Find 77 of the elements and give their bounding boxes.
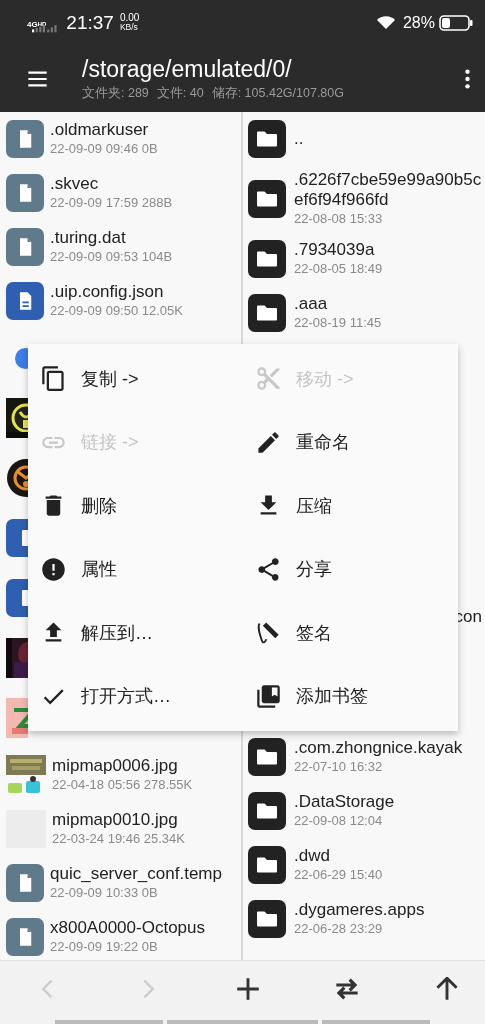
folder-date: 22-07-10 16:32 bbox=[294, 758, 384, 776]
forward-icon bbox=[141, 979, 154, 999]
file-details: 22-04-18 05:56 278.55K bbox=[52, 776, 193, 794]
folder-name: .dygameres.apps bbox=[294, 900, 425, 920]
file-name: .uip.config.json bbox=[50, 282, 165, 302]
file-name: .oldmarkuser bbox=[50, 120, 150, 140]
folder-icon bbox=[248, 120, 286, 158]
folder-icon bbox=[248, 240, 286, 278]
folder-icon bbox=[248, 738, 286, 776]
path-title: /storage/emulated/0/ bbox=[82, 55, 293, 83]
wifi-icon bbox=[376, 15, 395, 30]
menu-item[interactable]: 添加书签 bbox=[243, 664, 458, 728]
folder-date: 22-08-19 11:45 bbox=[294, 314, 382, 332]
folder-name: .aaa bbox=[294, 294, 329, 314]
folder-name: .DataStorage bbox=[294, 792, 395, 812]
menu-item[interactable]: 删除 bbox=[28, 474, 243, 538]
document-icon bbox=[6, 282, 44, 320]
storage-stat: 储存: 105.42G/107.80G bbox=[211, 84, 344, 102]
battery-icon bbox=[439, 14, 473, 31]
file-details: 22-03-24 19:46 25.34K bbox=[52, 830, 185, 848]
folder-name: .7934039a bbox=[294, 240, 376, 260]
folder-name: .com.zhongnice.kayak bbox=[294, 738, 463, 758]
file-icon bbox=[6, 120, 44, 158]
exclamation-icon bbox=[40, 555, 67, 583]
add-icon bbox=[235, 977, 260, 1001]
file-details: 22-09-09 17:59 288B bbox=[50, 194, 173, 212]
file-name: mipmap0006.jpg bbox=[52, 756, 179, 776]
file-name: .skvec bbox=[50, 174, 100, 194]
file-details: 22-09-09 10:33 0B bbox=[50, 884, 159, 902]
folder-date: 22-08-08 15:33 bbox=[294, 210, 384, 228]
folder-icon bbox=[248, 294, 286, 332]
folder-date: 22-06-29 15:40 bbox=[294, 866, 383, 884]
file-details: 22-09-09 19:22 0B bbox=[50, 938, 159, 956]
scissors-icon bbox=[255, 365, 282, 393]
swap-icon bbox=[335, 977, 360, 1001]
folder-icon bbox=[248, 792, 286, 830]
file-icon bbox=[6, 174, 44, 212]
file-name: mipmap0010.jpg bbox=[52, 810, 179, 830]
file-name: .turing.dat bbox=[50, 228, 127, 248]
storage-stat: 文件: 40 bbox=[156, 84, 204, 102]
speed-unit: KB/s bbox=[119, 23, 139, 32]
file-details: 22-09-09 09:46 0B bbox=[50, 140, 158, 158]
back-icon bbox=[42, 979, 54, 999]
file-details: 22-09-09 09:53 104B bbox=[50, 248, 173, 266]
folder-name: .. bbox=[294, 129, 304, 149]
file-icon bbox=[6, 864, 44, 902]
menu-item[interactable]: 重命名 bbox=[243, 410, 458, 474]
speed-value: 0.00 bbox=[119, 13, 140, 24]
menu-item[interactable]: 解压到… bbox=[28, 601, 243, 665]
storage-stat: 文件夹: 289 bbox=[82, 84, 149, 102]
folder-date: 22-06-28 23:29 bbox=[294, 920, 384, 938]
file-details: 22-09-09 09:50 12.05K bbox=[50, 302, 183, 320]
folder-icon bbox=[248, 180, 286, 218]
menu-item[interactable]: 打开方式… bbox=[28, 664, 243, 728]
folder-date: 22-09-08 12:04 bbox=[294, 812, 384, 830]
folder-icon bbox=[248, 900, 286, 938]
menu-item[interactable]: 签名 bbox=[243, 601, 458, 665]
folder-date: 22-08-05 18:49 bbox=[294, 260, 383, 278]
folder-icon bbox=[248, 846, 286, 884]
folder-name: .6226f7cbe59e99a90b5cef6f94f966fd bbox=[294, 170, 483, 210]
folder-name: .dwd bbox=[294, 846, 331, 866]
clock: 21:37 bbox=[66, 11, 114, 34]
file-icon bbox=[6, 918, 44, 956]
menu-item[interactable]: 压缩 bbox=[243, 474, 458, 538]
share-icon bbox=[255, 555, 282, 583]
network-type: 4G$^{HD}$ bbox=[27, 20, 47, 29]
copy-icon bbox=[40, 365, 67, 393]
up-arrow-icon bbox=[435, 977, 459, 1001]
file-name: x800A0000-Octopus bbox=[50, 918, 205, 938]
menu-item[interactable]: 分享 bbox=[243, 537, 458, 601]
menu-item[interactable]: 属性 bbox=[28, 537, 243, 601]
menu-item[interactable]: 复制 -> bbox=[28, 347, 243, 411]
file-name: quic_server_conf.temp bbox=[50, 864, 222, 884]
file-icon bbox=[6, 228, 44, 266]
bookmark-icon bbox=[255, 682, 282, 710]
more-options-button[interactable] bbox=[464, 67, 471, 90]
battery-percent: 28% bbox=[402, 13, 435, 32]
